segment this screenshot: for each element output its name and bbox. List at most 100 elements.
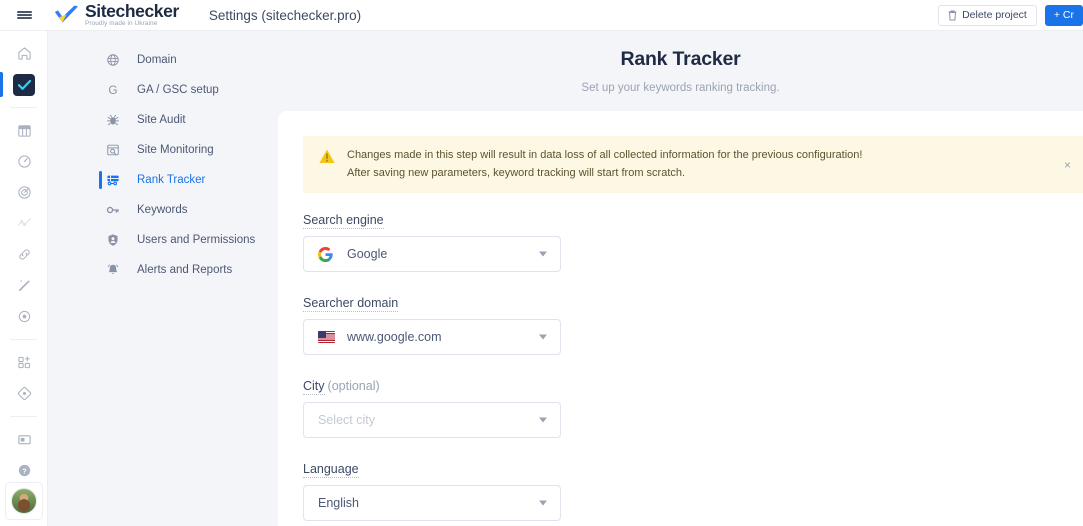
speedometer-icon bbox=[17, 155, 31, 168]
field-language: Language English bbox=[303, 460, 1083, 521]
page-context-label: Settings (sitechecker.pro) bbox=[208, 7, 362, 23]
field-searcher-domain: Searcher domain www.google.com bbox=[303, 294, 1083, 355]
us-flag-icon bbox=[318, 331, 335, 343]
user-shield-icon bbox=[106, 233, 120, 247]
rail-item-audit[interactable] bbox=[0, 177, 48, 208]
delete-project-label: Delete project bbox=[962, 9, 1027, 21]
rail-item-speed[interactable] bbox=[0, 146, 48, 177]
google-g-icon: G bbox=[106, 83, 120, 97]
warning-banner-text: Changes made in this step will result in… bbox=[347, 147, 862, 181]
home-icon bbox=[17, 47, 31, 60]
key-icon bbox=[106, 203, 120, 217]
rail-item-home[interactable] bbox=[0, 38, 48, 69]
warning-triangle-icon bbox=[319, 149, 335, 163]
settings-panel: Changes made in this step will result in… bbox=[278, 111, 1083, 526]
sidebar-item-site-audit[interactable]: Site Audit bbox=[48, 105, 278, 135]
app-logo[interactable]: Sitechecker Proudly made in Ukraine bbox=[54, 0, 179, 28]
field-label-optional: (optional) bbox=[327, 379, 380, 393]
svg-text:G: G bbox=[108, 83, 117, 97]
checkmark-projects-icon bbox=[17, 79, 31, 90]
warning-line-1: Changes made in this step will result in… bbox=[347, 149, 863, 162]
sitechecker-check-icon bbox=[55, 5, 78, 23]
field-label: Search engine bbox=[303, 213, 384, 229]
chevron-down-icon bbox=[539, 500, 547, 506]
chevron-down-icon bbox=[539, 334, 547, 340]
top-bar: Sitechecker Proudly made in Ukraine Sett… bbox=[0, 0, 1083, 31]
magic-wand-icon bbox=[18, 279, 30, 292]
sidebar-item-label: Users and Permissions bbox=[137, 234, 256, 246]
link-chain-icon bbox=[18, 249, 30, 260]
table-dashboard-icon bbox=[17, 125, 31, 137]
city-placeholder: Select city bbox=[318, 413, 375, 427]
warning-banner: Changes made in this step will result in… bbox=[303, 136, 1083, 193]
bell-icon bbox=[106, 263, 120, 277]
searcher-domain-select[interactable]: www.google.com bbox=[303, 319, 561, 355]
field-search-engine: Search engine Google bbox=[303, 211, 1083, 272]
rail-item-magic[interactable] bbox=[0, 270, 48, 301]
rail-item-diamond[interactable] bbox=[0, 378, 48, 409]
close-x-icon[interactable]: × bbox=[1061, 156, 1074, 174]
target-audit-icon bbox=[17, 186, 31, 199]
google-multicolor-icon bbox=[318, 246, 335, 262]
trash-icon bbox=[948, 10, 957, 20]
city-select[interactable]: Select city bbox=[303, 402, 561, 438]
rail-divider-3 bbox=[10, 416, 37, 417]
rail-item-dashboard[interactable] bbox=[0, 115, 48, 146]
page-title: Rank Tracker bbox=[620, 48, 741, 70]
user-avatar-button[interactable] bbox=[5, 482, 43, 520]
sidebar-item-label: Site Audit bbox=[137, 114, 186, 126]
rail-item-projects[interactable] bbox=[0, 69, 48, 100]
rank-tracker-form: Search engine Google Searcher domain www… bbox=[278, 193, 1083, 521]
language-select[interactable]: English bbox=[303, 485, 561, 521]
field-label-text: Searcher domain bbox=[303, 296, 399, 312]
sidebar-item-label: Domain bbox=[137, 54, 177, 66]
page-header: Rank Tracker Set up your keywords rankin… bbox=[278, 31, 1083, 111]
search-engine-value: Google bbox=[347, 247, 388, 261]
sidebar-item-keywords[interactable]: Keywords bbox=[48, 195, 278, 225]
sidebar-item-label: Site Monitoring bbox=[137, 144, 214, 156]
warning-line-2: After saving new parameters, keyword tra… bbox=[347, 166, 686, 179]
rail-item-crosshair[interactable] bbox=[0, 301, 48, 332]
create-project-button[interactable]: + Cr bbox=[1044, 4, 1083, 26]
sidebar-item-rank-tracker[interactable]: Rank Tracker bbox=[48, 165, 278, 195]
main-content: Rank Tracker Set up your keywords rankin… bbox=[278, 31, 1083, 526]
field-label-text: City bbox=[303, 379, 325, 395]
rail-item-backlinks[interactable] bbox=[0, 239, 48, 270]
hamburger-menu-icon[interactable] bbox=[0, 0, 48, 31]
rail-item-trend[interactable] bbox=[0, 208, 48, 239]
svg-text:?: ? bbox=[22, 467, 27, 476]
searcher-domain-value: www.google.com bbox=[347, 330, 442, 344]
rail-item-add-module[interactable] bbox=[0, 347, 48, 378]
avatar bbox=[11, 488, 37, 514]
rail-item-billing[interactable] bbox=[0, 424, 48, 455]
help-question-icon: ? bbox=[18, 464, 30, 477]
field-city: City (optional) Select city bbox=[303, 377, 1083, 438]
sidebar-item-label: Rank Tracker bbox=[137, 174, 206, 186]
logo-tagline: Proudly made in Ukraine bbox=[85, 20, 158, 28]
chevron-down-icon bbox=[539, 251, 547, 257]
sidebar-item-users-and-permissions[interactable]: Users and Permissions bbox=[48, 225, 278, 255]
icon-rail: ? bbox=[0, 31, 48, 526]
trend-line-icon bbox=[17, 218, 31, 227]
rail-divider-2 bbox=[10, 339, 37, 340]
crosshair-icon bbox=[18, 310, 30, 323]
language-value: English bbox=[318, 496, 359, 510]
sidebar-item-ga-gsc-setup[interactable]: G GA / GSC setup bbox=[48, 75, 278, 105]
settings-sidebar: Domain G GA / GSC setup Site Audit Site … bbox=[48, 31, 278, 526]
sidebar-item-label: Keywords bbox=[137, 204, 188, 216]
sidebar-item-alerts-and-reports[interactable]: Alerts and Reports bbox=[48, 255, 278, 285]
rank-tracker-icon bbox=[106, 173, 120, 187]
search-engine-select[interactable]: Google bbox=[303, 236, 561, 272]
top-bar-actions: Delete project + Cr bbox=[938, 4, 1083, 26]
rail-divider-1 bbox=[10, 107, 37, 108]
field-label: City (optional) bbox=[303, 379, 380, 395]
chevron-down-icon bbox=[539, 417, 547, 423]
sidebar-item-domain[interactable]: Domain bbox=[48, 45, 278, 75]
field-label-text: Language bbox=[303, 462, 359, 478]
sidebar-item-site-monitoring[interactable]: Site Monitoring bbox=[48, 135, 278, 165]
field-label-text: Search engine bbox=[303, 213, 384, 229]
logo-name: Sitechecker bbox=[85, 0, 179, 21]
diamond-icon bbox=[17, 386, 31, 401]
delete-project-button[interactable]: Delete project bbox=[938, 4, 1037, 26]
sidebar-item-label: Alerts and Reports bbox=[137, 264, 233, 276]
